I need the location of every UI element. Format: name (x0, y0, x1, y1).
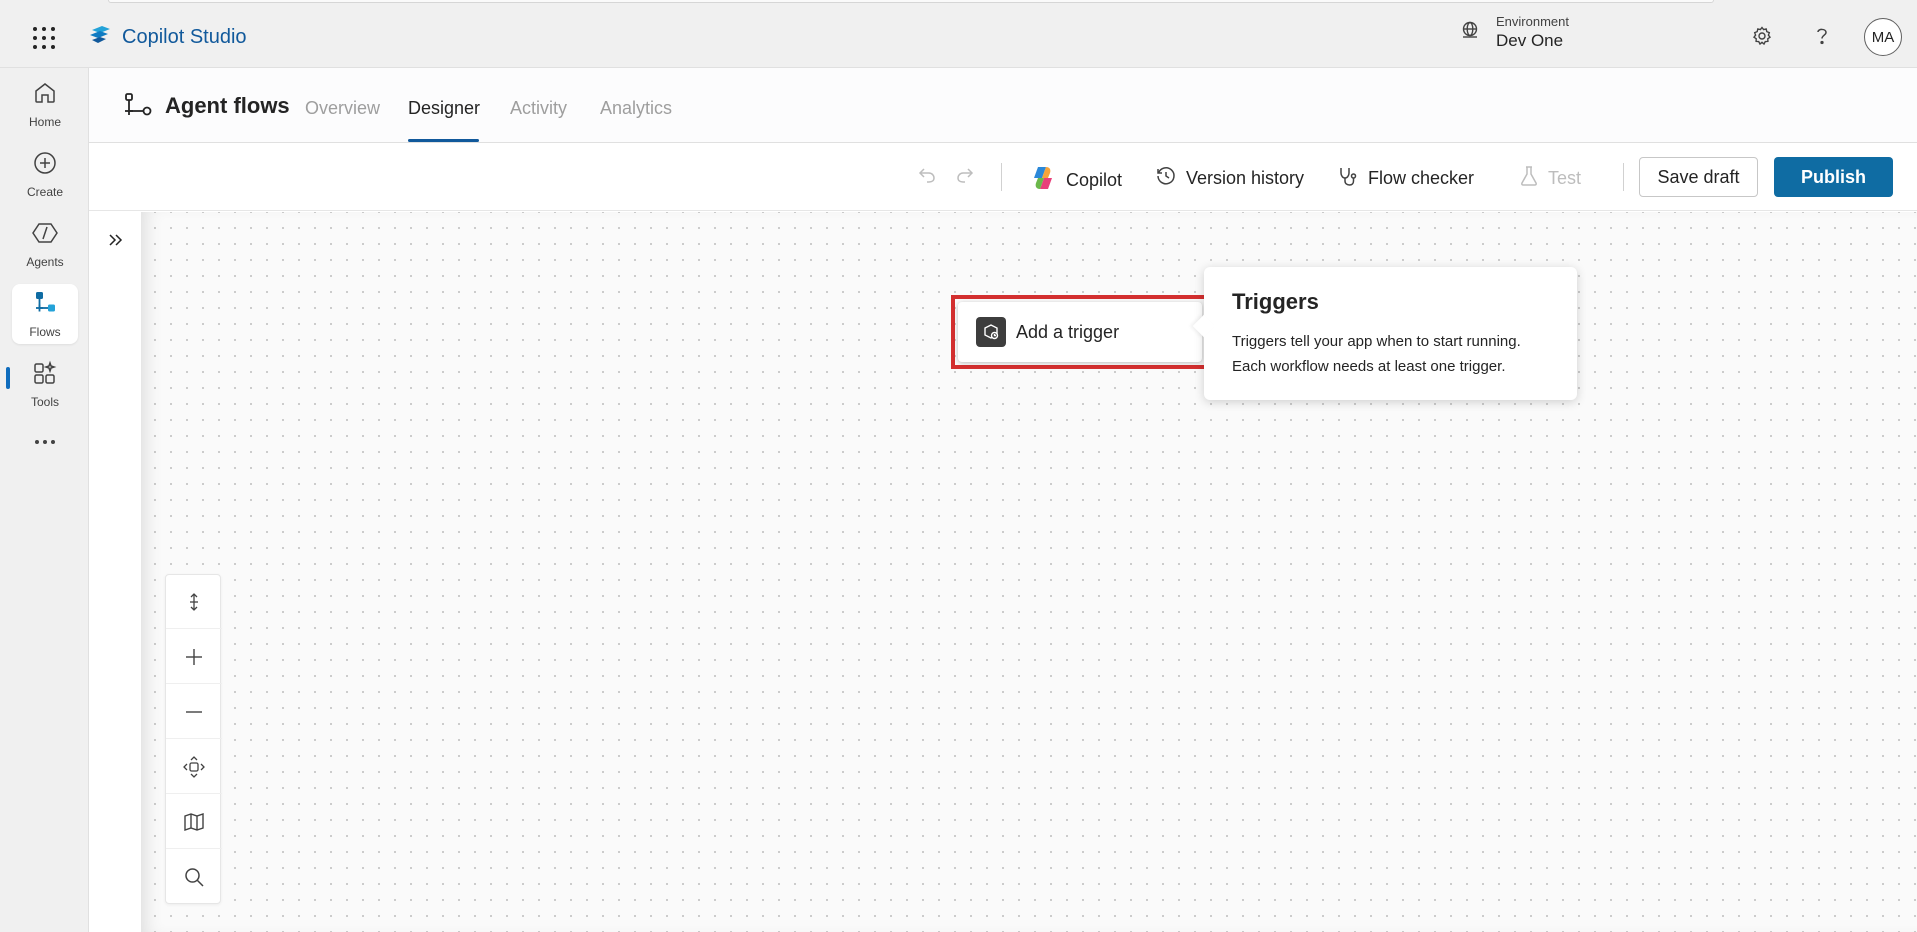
save-draft-button[interactable]: Save draft (1639, 157, 1758, 197)
plus-circle-icon (32, 150, 58, 181)
zoom-in-icon[interactable] (166, 630, 222, 684)
main-panel: Agent flows Overview Designer Activity A… (88, 68, 1917, 932)
brand[interactable]: Copilot Studio (88, 24, 247, 51)
nav-item-tools[interactable]: Tools (12, 354, 78, 414)
minimap-icon[interactable] (166, 795, 222, 849)
nav-item-flows[interactable]: Flows (12, 284, 78, 344)
fit-view-icon[interactable] (166, 740, 222, 794)
zoom-out-icon[interactable] (166, 685, 222, 739)
more-icon[interactable] (12, 422, 78, 462)
test-button[interactable]: Test (1519, 165, 1581, 192)
canvas-side-rail (89, 212, 141, 932)
toolbar-divider (1623, 163, 1624, 191)
agent-icon (31, 220, 59, 251)
publish-button[interactable]: Publish (1774, 157, 1893, 197)
copilot-studio-logo-icon (88, 24, 112, 51)
fit-vertical-icon[interactable] (166, 575, 222, 629)
left-nav: Home Create Agents Flows Tools (0, 68, 88, 932)
tab-overview[interactable]: Overview (305, 98, 380, 119)
tab-activity[interactable]: Activity (510, 98, 567, 119)
copilot-icon (1029, 165, 1057, 196)
version-history-button[interactable]: Version history (1155, 165, 1304, 192)
environment-label: Environment (1496, 14, 1569, 29)
test-label: Test (1548, 168, 1582, 188)
version-history-label: Version history (1186, 168, 1305, 188)
callout-line-2: Each workflow needs at least one trigger… (1232, 358, 1506, 375)
nav-item-home[interactable]: Home (12, 74, 78, 134)
avatar[interactable]: MA (1864, 18, 1902, 56)
nav-item-create[interactable]: Create (12, 144, 78, 204)
tab-designer[interactable]: Designer (408, 98, 480, 119)
add-trigger-button[interactable]: Add a trigger (958, 302, 1202, 362)
callout-body: Triggers tell your app when to start run… (1232, 329, 1549, 379)
toolbar-divider (1001, 163, 1002, 191)
stethoscope-icon (1337, 165, 1359, 192)
page-title: Agent flows (165, 93, 290, 118)
top-bar: Copilot Studio Environment Dev One MA (0, 0, 1917, 68)
tab-analytics[interactable]: Analytics (600, 98, 672, 119)
trigger-icon (976, 317, 1006, 347)
flow-icon (32, 290, 58, 321)
copilot-label: Copilot (1066, 170, 1123, 190)
home-icon (32, 80, 58, 111)
browser-strip (108, 0, 1714, 3)
callout-line-1: Triggers tell your app when to start run… (1232, 333, 1521, 350)
flow-canvas[interactable]: Add a trigger Triggers Triggers tell you… (141, 212, 1917, 932)
history-icon (1155, 165, 1177, 192)
flask-icon (1519, 165, 1539, 192)
app-name: Copilot Studio (122, 26, 247, 48)
triggers-callout: Triggers Triggers tell your app when to … (1192, 267, 1577, 400)
environment-value: Dev One (1496, 31, 1564, 50)
designer-toolbar: Copilot Version history Flow checker Tes… (89, 143, 1917, 211)
nav-label-home: Home (28, 114, 61, 129)
nav-label-agents: Agents (26, 254, 64, 269)
gear-icon[interactable] (1748, 22, 1776, 50)
undo-icon[interactable] (917, 165, 937, 185)
agent-flows-icon (123, 91, 153, 126)
tools-icon (32, 360, 58, 391)
globe-icon (1460, 20, 1480, 45)
nav-label-tools: Tools (30, 394, 59, 409)
tab-active-underline (408, 139, 479, 142)
nav-active-indicator (6, 367, 10, 389)
waffle-icon[interactable] (30, 24, 58, 52)
nav-item-agents[interactable]: Agents (12, 214, 78, 274)
copilot-button[interactable]: Copilot (1029, 165, 1122, 196)
flow-checker-button[interactable]: Flow checker (1337, 165, 1474, 192)
search-icon[interactable] (166, 850, 222, 904)
flow-checker-label: Flow checker (1368, 168, 1475, 188)
page-header: Agent flows Overview Designer Activity A… (89, 68, 1917, 143)
environment-picker[interactable]: Environment Dev One (1460, 14, 1569, 51)
add-trigger-label: Add a trigger (1016, 321, 1120, 342)
help-icon[interactable] (1808, 22, 1836, 50)
nav-label-flows: Flows (29, 324, 61, 339)
canvas-zoom-controls (165, 574, 222, 904)
callout-title: Triggers (1232, 289, 1319, 314)
redo-icon[interactable] (955, 165, 975, 185)
nav-label-create: Create (26, 184, 64, 199)
expand-icon[interactable] (101, 226, 129, 254)
